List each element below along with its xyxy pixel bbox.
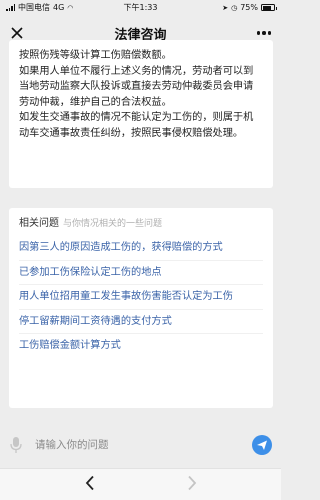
send-button[interactable] (252, 435, 272, 455)
battery-percent: 75% (240, 3, 258, 12)
send-icon (257, 440, 267, 450)
answer-paragraph: 如果用人单位不履行上述义务的情况，劳动者可以到当地劳动监察大队投诉或直接去劳动仲… (19, 65, 254, 108)
battery-icon (261, 4, 277, 11)
forward-arrow-svg (187, 475, 196, 491)
related-question-link[interactable]: 已参加工伤保险认定工伤的地点 (19, 261, 263, 285)
network-label: 4G (53, 3, 65, 12)
related-question-link[interactable]: 工伤赔偿金额计算方式 (19, 334, 263, 358)
microphone-icon-svg (10, 437, 22, 453)
answer-paragraph: 按照伤残等级计算工伤赔偿数额。 (19, 50, 172, 61)
related-list: 因第三人的原因造成工伤的，获得赔偿的方式 已参加工伤保险认定工伤的地点 用人单位… (19, 236, 263, 358)
forward-arrow-icon[interactable] (187, 475, 197, 494)
answer-paragraph: 如发生交通事故的情况不能认定为工伤的，则属于机动车交通事故责任纠纷，按照民事侵权… (19, 112, 254, 139)
status-bar: 中国电信 4G ◠ 下午1:33 ➤ ◷ 75% (0, 0, 281, 15)
related-question-link[interactable]: 停工留薪期间工资待遇的支付方式 (19, 310, 263, 334)
close-icon-svg (11, 27, 23, 39)
carrier-label: 中国电信 (18, 3, 50, 12)
back-arrow-icon[interactable] (85, 475, 95, 494)
question-input[interactable] (35, 439, 252, 451)
related-title: 相关问题 (19, 218, 59, 229)
microphone-icon[interactable] (9, 434, 23, 456)
related-subtitle: 与你情况相关的一些问题 (63, 219, 163, 229)
bottom-nav (0, 468, 281, 500)
alarm-icon: ◷ (231, 3, 238, 12)
input-bar (0, 430, 281, 460)
status-left: 中国电信 4G ◠ (6, 2, 73, 13)
signal-icon (6, 4, 15, 11)
more-icon[interactable] (247, 31, 271, 35)
battery-fill (262, 5, 271, 10)
related-question-link[interactable]: 因第三人的原因造成工伤的，获得赔偿的方式 (19, 236, 263, 261)
wifi-icon: ◠ (67, 3, 74, 12)
related-header: 相关问题 与你情况相关的一些问题 (19, 214, 263, 232)
related-questions-card: 相关问题 与你情况相关的一些问题 因第三人的原因造成工伤的，获得赔偿的方式 已参… (9, 208, 273, 408)
answer-card: 按照伤残等级计算工伤赔偿数额。 如果用人单位不履行上述义务的情况，劳动者可以到当… (9, 40, 273, 188)
status-right: ➤ ◷ 75% (222, 3, 277, 12)
location-icon: ➤ (222, 3, 229, 12)
back-arrow-svg (85, 475, 94, 491)
related-question-link[interactable]: 用人单位招用童工发生事故伤害能否认定为工伤 (19, 285, 263, 310)
